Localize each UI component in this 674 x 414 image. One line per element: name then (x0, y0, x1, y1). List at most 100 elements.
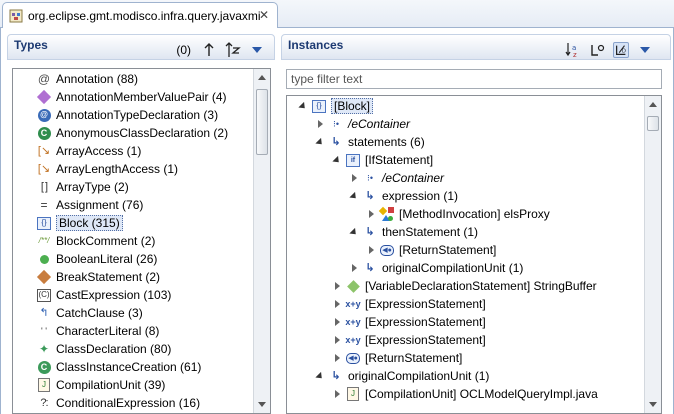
tree-row[interactable]: ⁝• /eContainer (314, 115, 410, 133)
expanded-twisty-icon[interactable] (331, 153, 343, 167)
svg-text:z: z (573, 51, 577, 58)
annotation-icon: @ (37, 72, 51, 86)
collapsed-twisty-icon[interactable] (348, 171, 360, 185)
expanded-twisty-icon[interactable] (348, 225, 360, 239)
tree-row[interactable]: ↳ originalCompilationUnit (1) (314, 367, 489, 385)
tree-row-label: [MethodInvocation] elsProxy (399, 207, 550, 221)
show-links-icon[interactable]: D (613, 42, 629, 58)
tree-row[interactable]: x+y [ExpressionStatement] (331, 331, 486, 349)
tree-row[interactable]: x+y [ExpressionStatement] (331, 295, 486, 313)
block-icon: {} (37, 216, 51, 230)
tree-row-label: [ReturnStatement] (365, 351, 463, 365)
tree-row-label: [IfStatement] (365, 153, 434, 167)
scroll-down-arrow-icon[interactable] (258, 402, 266, 407)
catch-clause-icon: ↰ (39, 306, 49, 319)
type-list-item[interactable]: AnnotationMemberValuePair (4) (36, 88, 227, 106)
editor-tab[interactable]: org.eclipse.gmt.modisco.infra.query.java… (2, 2, 278, 28)
tree-row-label: [ExpressionStatement] (365, 333, 486, 347)
collapsed-twisty-icon[interactable] (331, 297, 343, 311)
view-menu-chevron-down-icon[interactable] (637, 42, 653, 58)
tree-row[interactable]: ↳ originalCompilationUnit (1) (348, 259, 523, 277)
instances-scrollbar[interactable] (644, 96, 661, 413)
expanded-twisty-icon[interactable] (297, 99, 309, 113)
type-list-item[interactable]: = Assignment (76) (37, 196, 143, 214)
tree-row[interactable]: ↳ expression (1) (348, 187, 458, 205)
type-list-item[interactable]: ✦ ClassDeclaration (80) (37, 340, 171, 358)
tree-row[interactable]: J [CompilationUnit] OCLModelQueryImpl.jav… (331, 385, 598, 403)
collapsed-twisty-icon[interactable] (331, 315, 343, 329)
type-list-item[interactable]: /**/ BlockComment (2) (37, 232, 156, 250)
type-list-item[interactable]: [↘ ArrayAccess (1) (37, 142, 142, 160)
editor-content: Types (0) @ Annotation (88) AnnotationMemb… (0, 28, 674, 414)
collapsed-twisty-icon[interactable] (348, 261, 360, 275)
collapsed-twisty-icon[interactable] (365, 207, 377, 221)
tree-row[interactable]: ◀● [ReturnStatement] (331, 349, 462, 367)
type-list-item-label: ArrayType (2) (56, 180, 129, 194)
sort-alphabetical-icon[interactable]: az (565, 42, 581, 58)
collapsed-twisty-icon[interactable] (331, 351, 343, 365)
scroll-down-arrow-icon[interactable] (649, 402, 657, 407)
collapsed-twisty-icon[interactable] (331, 333, 343, 347)
close-icon[interactable]: ✕ (259, 8, 269, 22)
go-up-icon[interactable] (201, 42, 217, 58)
type-list-item[interactable]: @ Annotation (88) (37, 70, 138, 88)
instances-scroll-thumb[interactable] (647, 116, 659, 131)
return-statement-icon: ◀● (346, 351, 360, 365)
tree-row[interactable]: [MethodInvocation] elsProxy (365, 205, 550, 223)
instances-tree[interactable]: {} [Block] ⁝• /eContainer ↳ statements (6) if [… (286, 95, 662, 414)
type-list-item-label: BreakStatement (2) (56, 270, 161, 284)
array-access-icon: [↘ (37, 144, 51, 157)
scroll-up-arrow-icon[interactable] (258, 75, 266, 80)
types-scroll-thumb[interactable] (256, 89, 268, 155)
tree-row-label: /eContainer (348, 117, 411, 131)
expanded-twisty-icon[interactable] (314, 135, 326, 149)
type-list-item[interactable]: ↰ CatchClause (3) (37, 304, 142, 322)
type-list-item[interactable]: [ ] ArrayType (2) (37, 178, 129, 196)
collapsed-twisty-icon[interactable] (331, 387, 343, 401)
tree-row[interactable]: ↳ statements (6) (314, 133, 425, 151)
expanded-twisty-icon[interactable] (348, 189, 360, 203)
hierarchy-sort-icon[interactable] (225, 42, 241, 58)
type-list-item[interactable]: C ClassInstanceCreation (61) (37, 358, 201, 376)
types-toolbar: (0) (176, 42, 265, 58)
return-statement-icon: ◀● (380, 243, 394, 257)
collapsed-twisty-icon[interactable] (331, 279, 343, 293)
type-list-item[interactable]: ' ' CharacterLiteral (8) (37, 322, 159, 340)
types-list[interactable]: @ Annotation (88) AnnotationMemberValuePai… (12, 68, 271, 414)
if-statement-icon: if (346, 153, 360, 167)
anonymous-class-icon: C (37, 126, 51, 140)
type-list-item-label: CharacterLiteral (8) (56, 324, 160, 338)
tree-row[interactable]: x+y [ExpressionStatement] (331, 313, 486, 331)
type-list-item[interactable]: {} Block (315) (37, 214, 123, 232)
type-list-item[interactable]: ?: ConditionalExpression (16) (37, 394, 200, 412)
tree-row[interactable]: ⁝• /eContainer (348, 169, 444, 187)
expanded-twisty-icon[interactable] (314, 369, 326, 383)
type-list-item[interactable]: BreakStatement (2) (36, 268, 161, 286)
reference-icon: ↳ (365, 261, 375, 274)
tree-row[interactable]: {} [Block] (297, 97, 374, 115)
type-list-item[interactable]: @ AnnotationTypeDeclaration (3) (37, 106, 218, 124)
scroll-up-arrow-icon[interactable] (649, 102, 657, 107)
collapsed-twisty-icon[interactable] (365, 243, 377, 257)
type-list-item[interactable]: [↘ ArrayLengthAccess (1) (37, 160, 178, 178)
type-list-item[interactable]: BooleanLiteral (26) (37, 250, 157, 268)
tree-row[interactable]: ↳ thenStatement (1) (348, 223, 478, 241)
tree-row[interactable]: [VariableDeclarationStatement] StringBuf… (331, 277, 597, 295)
tree-row[interactable]: ◀● [ReturnStatement] (365, 241, 496, 259)
show-derived-icon[interactable] (589, 42, 605, 58)
view-menu-chevron-down-icon[interactable] (249, 42, 265, 58)
container-ref-icon: ⁝• (332, 118, 339, 129)
type-list-item[interactable]: C AnonymousClassDeclaration (2) (37, 124, 228, 142)
types-title: Types (14, 38, 48, 52)
type-list-item[interactable]: J CompilationUnit (39) (37, 376, 165, 394)
type-list-item-label: ArrayLengthAccess (1) (56, 162, 179, 176)
tree-row-label: statements (6) (348, 135, 425, 149)
type-list-item-label: ClassInstanceCreation (61) (56, 360, 202, 374)
type-list-item[interactable]: (C) CastExpression (103) (37, 286, 171, 304)
expression-statement-icon: x+y (345, 316, 361, 327)
types-scrollbar[interactable] (253, 69, 270, 413)
tree-row[interactable]: if [IfStatement] (331, 151, 433, 169)
collapsed-twisty-icon[interactable] (314, 117, 326, 131)
tree-row-label: [Block] (331, 98, 374, 114)
filter-input[interactable] (286, 69, 662, 89)
